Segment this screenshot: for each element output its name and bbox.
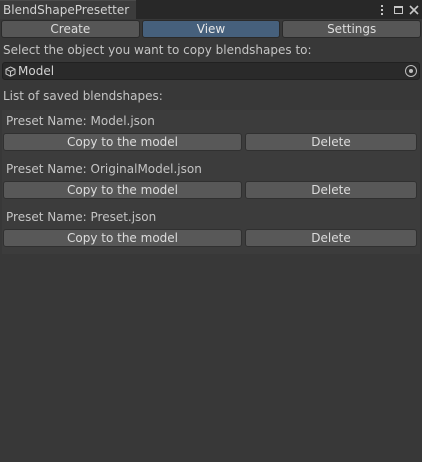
target-object-field[interactable]: Model: [2, 62, 420, 80]
window-title-tab[interactable]: BlendShapePresetter: [0, 0, 136, 19]
tab-view[interactable]: View: [141, 20, 281, 38]
window-titlebar: BlendShapePresetter: [0, 0, 422, 19]
preset-name: Preset Name: Model.json: [6, 114, 155, 128]
copy-to-model-button[interactable]: Copy to the model: [3, 229, 242, 247]
mode-toolbar: Create View Settings: [0, 20, 422, 39]
blendshape-presetter-window: BlendShapePresetter Create View Settings…: [0, 0, 422, 462]
target-object-value: Model: [18, 64, 55, 78]
delete-preset-button[interactable]: Delete: [245, 229, 417, 247]
preset-name: Preset Name: Preset.json: [6, 210, 157, 224]
preset-item: Preset Name: Preset.json Copy to the mod…: [2, 206, 420, 254]
delete-preset-button[interactable]: Delete: [245, 133, 417, 151]
window-controls: [377, 0, 419, 19]
copy-to-model-button[interactable]: Copy to the model: [3, 133, 242, 151]
close-icon[interactable]: [409, 4, 419, 16]
window-title: BlendShapePresetter: [3, 3, 130, 17]
cube-icon: [5, 65, 16, 77]
tab-create[interactable]: Create: [1, 20, 140, 38]
preset-name: Preset Name: OriginalModel.json: [6, 162, 202, 176]
saved-list-label: List of saved blendshapes:: [3, 89, 163, 103]
delete-preset-button[interactable]: Delete: [245, 181, 417, 199]
kebab-menu-icon[interactable]: [377, 4, 387, 16]
maximize-icon[interactable]: [393, 4, 403, 16]
copy-to-model-button[interactable]: Copy to the model: [3, 181, 242, 199]
preset-item: Preset Name: Model.json Copy to the mode…: [2, 110, 420, 158]
select-object-label: Select the object you want to copy blend…: [3, 43, 312, 57]
preset-item: Preset Name: OriginalModel.json Copy to …: [2, 158, 420, 206]
tab-settings[interactable]: Settings: [282, 20, 422, 38]
object-picker-icon[interactable]: [405, 65, 417, 77]
